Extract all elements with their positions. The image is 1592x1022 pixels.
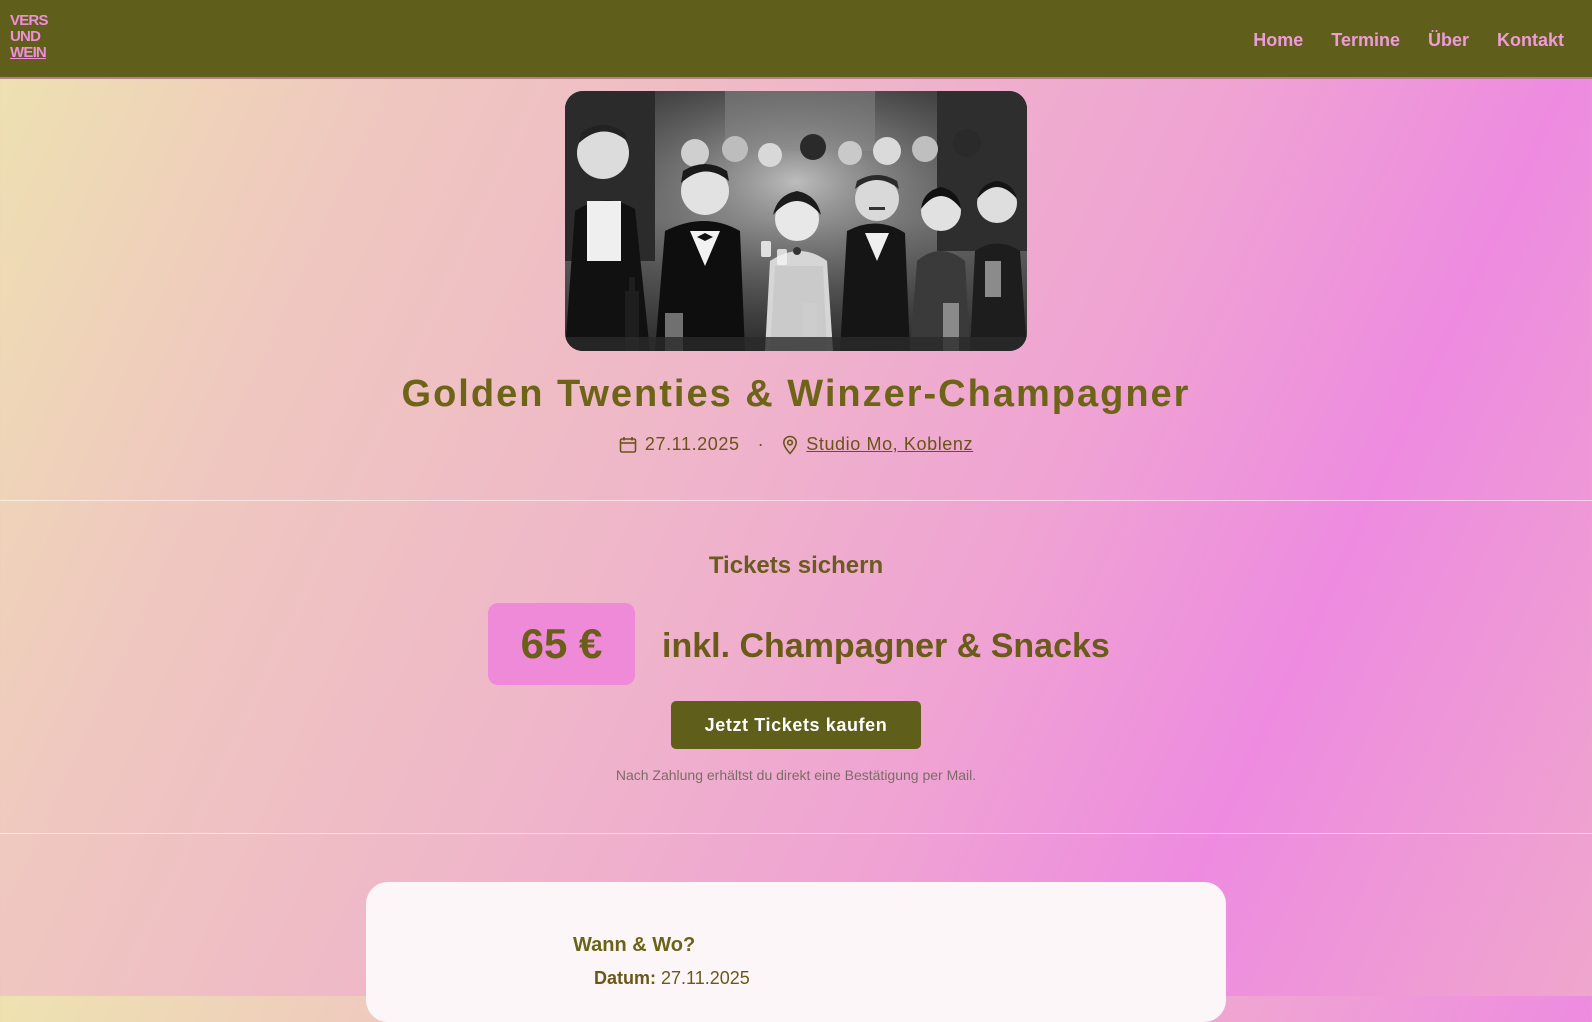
nav-home[interactable]: Home bbox=[1253, 30, 1303, 51]
info-heading: Wann & Wo? bbox=[573, 934, 696, 956]
event-meta: 27.11.2025 · Studio Mo, Koblenz bbox=[0, 434, 1592, 455]
nav-termine[interactable]: Termine bbox=[1331, 30, 1400, 51]
event-hero-image bbox=[565, 91, 1027, 351]
site-header: VERS UND WEIN Home Termine Über Kontakt bbox=[0, 0, 1592, 79]
event-info-card: Wann & Wo? Datum: 27.11.2025 bbox=[366, 882, 1226, 1022]
event-date: 27.11.2025 bbox=[644, 434, 740, 454]
main-nav: Home Termine Über Kontakt bbox=[1253, 30, 1564, 51]
section-divider-2 bbox=[0, 833, 1592, 834]
event-location-link[interactable]: Studio Mo, Koblenz bbox=[806, 434, 973, 455]
logo-line-1: VERS bbox=[10, 12, 48, 29]
meta-separator: · bbox=[757, 434, 765, 454]
ticket-price-note: inkl. Champagner & Snacks bbox=[662, 627, 1110, 665]
payment-confirmation-note: Nach Zahlung erhältst du direkt eine Bes… bbox=[615, 767, 977, 783]
nav-kontakt[interactable]: Kontakt bbox=[1497, 30, 1564, 51]
section-divider-1 bbox=[0, 500, 1592, 501]
info-date-label: Datum: bbox=[594, 968, 656, 988]
tickets-heading: Tickets sichern bbox=[708, 552, 884, 579]
info-date-row: Datum: 27.11.2025 bbox=[594, 968, 750, 989]
info-date-value: 27.11.2025 bbox=[661, 968, 750, 988]
logo-line-3: WEIN bbox=[10, 44, 47, 61]
nav-ueber[interactable]: Über bbox=[1428, 30, 1469, 51]
logo-line-2: UND bbox=[10, 28, 41, 45]
map-pin-icon bbox=[782, 435, 798, 455]
ticket-price: 65 € bbox=[488, 603, 635, 685]
calendar-icon bbox=[619, 436, 637, 454]
buy-tickets-button[interactable]: Jetzt Tickets kaufen bbox=[671, 701, 921, 749]
site-logo[interactable]: VERS UND WEIN bbox=[10, 13, 48, 61]
event-title: Golden Twenties & Winzer-Champagner bbox=[401, 373, 1191, 415]
